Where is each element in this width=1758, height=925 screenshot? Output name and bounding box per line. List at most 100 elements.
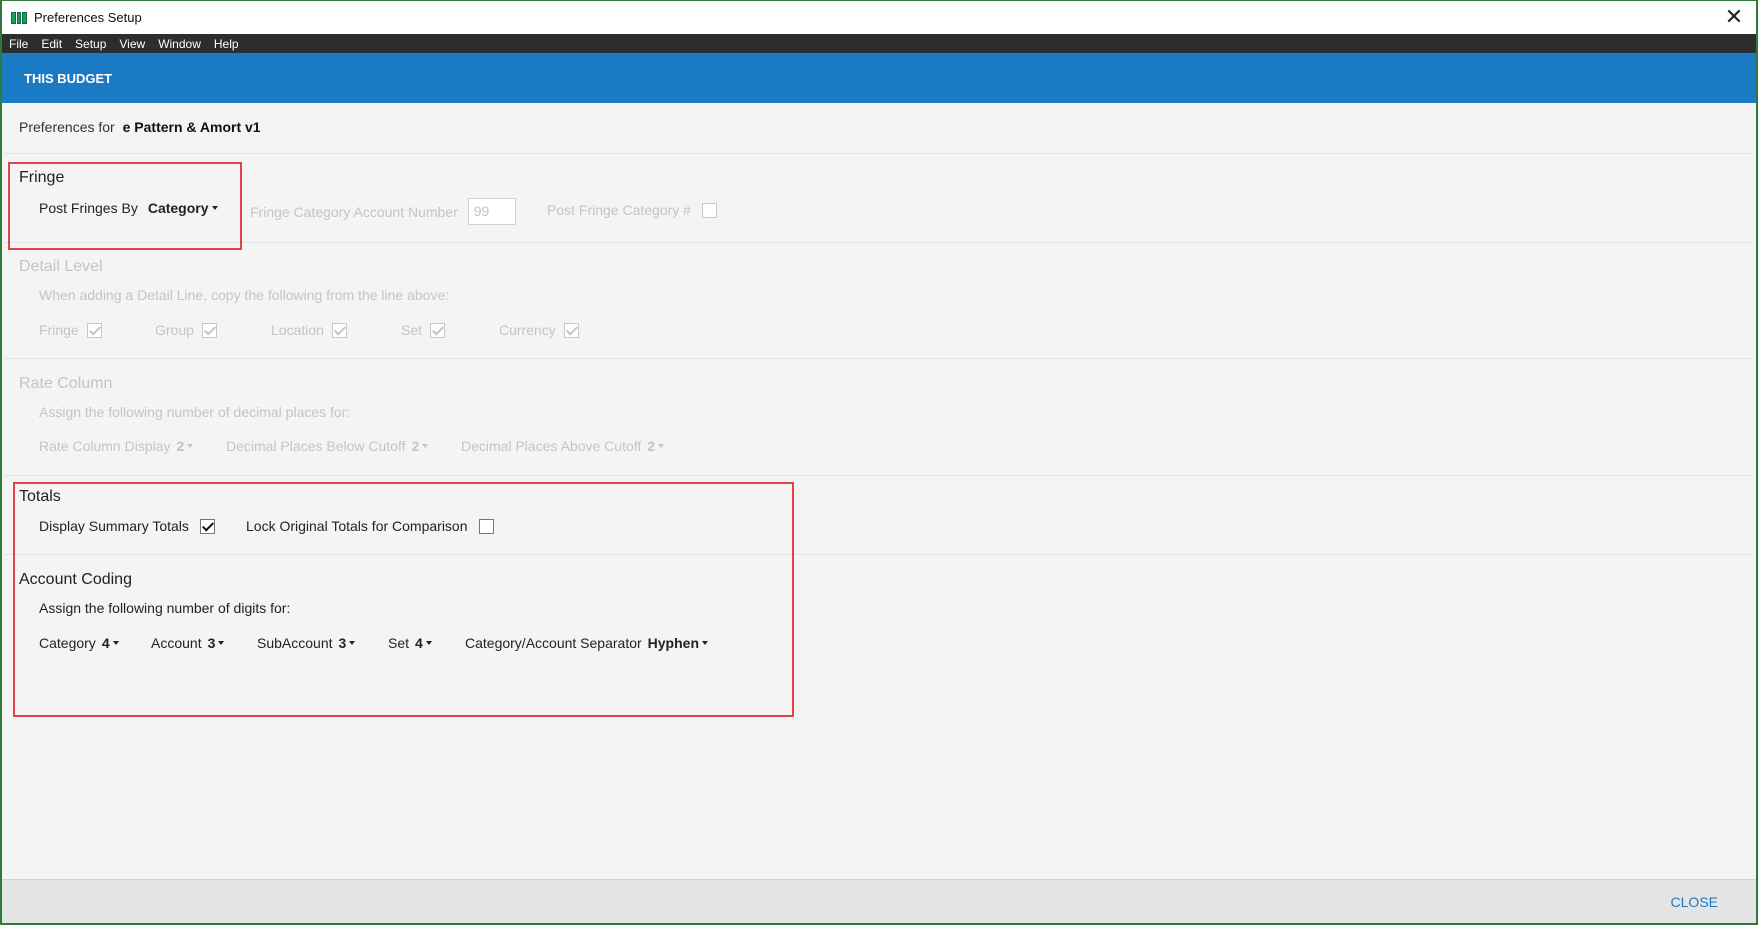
account-digits-value: 3	[207, 635, 216, 651]
detail-location-checkbox[interactable]	[331, 322, 347, 338]
fringe-account-number-input[interactable]: 99	[467, 198, 516, 225]
chevron-down-icon	[349, 641, 356, 645]
window-title: Preferences Setup	[34, 10, 142, 25]
subaccount-digits-row: SubAccount 3	[257, 635, 356, 651]
chevron-down-icon	[702, 641, 708, 645]
menu-help[interactable]: Help	[214, 37, 239, 51]
chevron-down-icon	[112, 641, 119, 645]
category-digits-dropdown[interactable]: 4	[102, 635, 119, 651]
post-fringe-category-label: Post Fringe Category #	[547, 202, 691, 218]
set-digits-dropdown[interactable]: 4	[415, 635, 432, 651]
chevron-down-icon	[425, 641, 432, 645]
account-digits-dropdown[interactable]: 3	[208, 635, 225, 651]
rate-column-display-row: Rate Column Display 2	[39, 438, 194, 454]
menu-file[interactable]: File	[9, 37, 28, 51]
detail-option-fringe: Fringe	[39, 322, 102, 338]
detail-option-label: Set	[401, 322, 423, 338]
category-digits-label: Category	[39, 635, 96, 651]
preferences-for-line: Preferences for e Pattern & Amort v1	[19, 119, 261, 135]
this-budget-header: THIS BUDGET	[2, 53, 1756, 103]
divider	[4, 358, 1754, 359]
this-budget-label: THIS BUDGET	[24, 70, 113, 86]
post-fringe-category-row: Post Fringe Category #	[547, 202, 717, 218]
account-coding-description: Assign the following number of digits fo…	[39, 600, 291, 616]
detail-level-title: Detail Level	[19, 258, 103, 275]
post-fringes-by-value: Category	[147, 200, 209, 216]
rate-column-display-dropdown[interactable]: 2	[177, 438, 194, 454]
detail-option-label: Location	[271, 322, 324, 338]
decimal-above-row: Decimal Places Above Cutoff 2	[461, 438, 665, 454]
rate-column-description: Assign the following number of decimal p…	[39, 404, 351, 420]
rate-column-display-label: Rate Column Display	[39, 438, 171, 454]
preferences-for-label: Preferences for	[19, 119, 115, 135]
category-digits-row: Category 4	[39, 635, 119, 651]
account-coding-title: Account Coding	[19, 571, 132, 588]
detail-option-label: Group	[155, 322, 194, 338]
chevron-down-icon	[218, 641, 225, 645]
post-fringe-category-checkbox[interactable]	[701, 202, 717, 218]
account-digits-row: Account 3	[151, 635, 225, 651]
account-digits-label: Account	[151, 635, 202, 651]
decimal-below-row: Decimal Places Below Cutoff 2	[226, 438, 429, 454]
rate-column-title: Rate Column	[19, 375, 113, 392]
separator-dropdown[interactable]: Hyphen	[648, 635, 708, 651]
fringe-account-number-label: Fringe Category Account Number	[250, 203, 458, 220]
set-digits-label: Set	[388, 635, 410, 651]
detail-option-location: Location	[271, 322, 347, 338]
separator-label: Category/Account Separator	[465, 635, 642, 651]
budget-name: e Pattern & Amort v1	[122, 119, 261, 135]
menu-edit[interactable]: Edit	[41, 37, 62, 51]
lock-original-totals-row: Lock Original Totals for Comparison	[246, 518, 494, 534]
fringe-title: Fringe	[19, 169, 65, 186]
chevron-down-icon	[658, 444, 665, 448]
close-window-icon[interactable]: ✕	[1720, 3, 1748, 31]
post-fringes-by-label: Post Fringes By	[39, 200, 138, 216]
divider	[4, 554, 1754, 555]
decimal-below-dropdown[interactable]: 2	[411, 438, 429, 454]
detail-option-group: Group	[155, 322, 217, 338]
lock-original-totals-checkbox[interactable]	[478, 518, 494, 534]
chevron-down-icon	[211, 206, 218, 210]
detail-option-currency: Currency	[499, 322, 579, 338]
divider	[4, 475, 1754, 476]
detail-option-set: Set	[401, 322, 446, 338]
preferences-window: Preferences Setup ✕ File Edit Setup View…	[0, 0, 1758, 925]
fringe-account-number-row: Fringe Category Account Number 99	[250, 198, 516, 225]
rate-column-display-value: 2	[176, 438, 185, 454]
chevron-down-icon	[422, 444, 429, 448]
set-digits-row: Set 4	[388, 635, 432, 651]
lock-original-totals-label: Lock Original Totals for Comparison	[246, 518, 468, 534]
display-summary-totals-row: Display Summary Totals	[39, 518, 215, 534]
decimal-above-dropdown[interactable]: 2	[647, 438, 665, 454]
subaccount-digits-label: SubAccount	[257, 635, 333, 651]
detail-set-checkbox[interactable]	[430, 322, 446, 338]
detail-level-description: When adding a Detail Line, copy the foll…	[39, 287, 450, 303]
decimal-above-value: 2	[647, 438, 656, 454]
category-digits-value: 4	[101, 635, 110, 651]
detail-option-label: Currency	[499, 322, 556, 338]
totals-title: Totals	[19, 488, 61, 505]
divider	[4, 153, 1754, 154]
detail-option-label: Fringe	[39, 322, 79, 338]
display-summary-totals-label: Display Summary Totals	[39, 518, 189, 534]
detail-currency-checkbox[interactable]	[563, 322, 579, 338]
subaccount-digits-value: 3	[338, 635, 347, 651]
display-summary-totals-checkbox[interactable]	[199, 518, 215, 534]
chevron-down-icon	[187, 444, 194, 448]
set-digits-value: 4	[415, 635, 423, 651]
decimal-below-label: Decimal Places Below Cutoff	[226, 438, 406, 454]
detail-group-checkbox[interactable]	[201, 322, 217, 338]
footer-bar: CLOSE	[2, 879, 1756, 923]
subaccount-digits-dropdown[interactable]: 3	[339, 635, 356, 651]
decimal-above-label: Decimal Places Above Cutoff	[461, 438, 642, 454]
app-icon	[11, 11, 28, 24]
menu-setup[interactable]: Setup	[75, 37, 106, 51]
close-button[interactable]: CLOSE	[1671, 894, 1718, 910]
detail-fringe-checkbox[interactable]	[86, 322, 102, 338]
menu-view[interactable]: View	[119, 37, 145, 51]
separator-value: Hyphen	[647, 635, 699, 651]
post-fringes-by-dropdown[interactable]: Category	[148, 200, 218, 216]
separator-row: Category/Account Separator Hyphen	[465, 635, 708, 651]
menu-window[interactable]: Window	[158, 37, 201, 51]
decimal-below-value: 2	[411, 438, 420, 454]
